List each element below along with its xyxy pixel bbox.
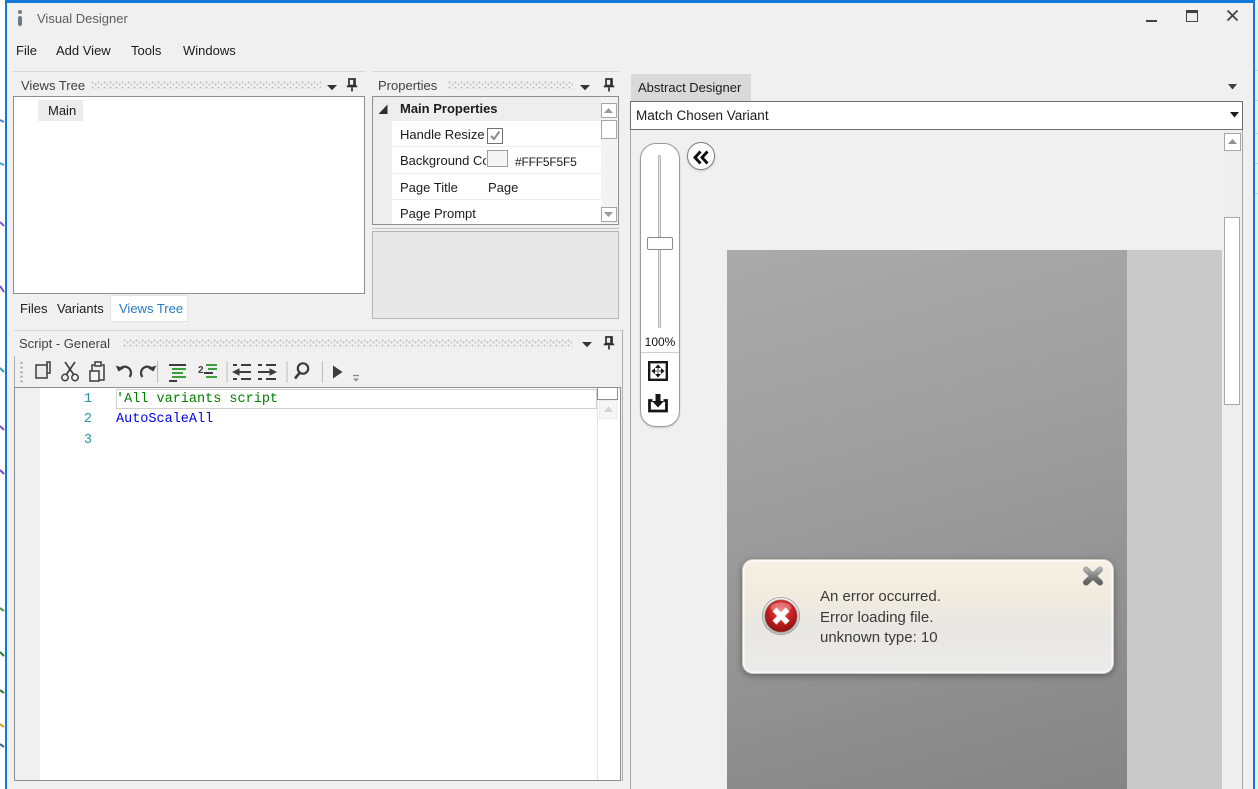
svg-text:2: 2 — [198, 365, 204, 376]
